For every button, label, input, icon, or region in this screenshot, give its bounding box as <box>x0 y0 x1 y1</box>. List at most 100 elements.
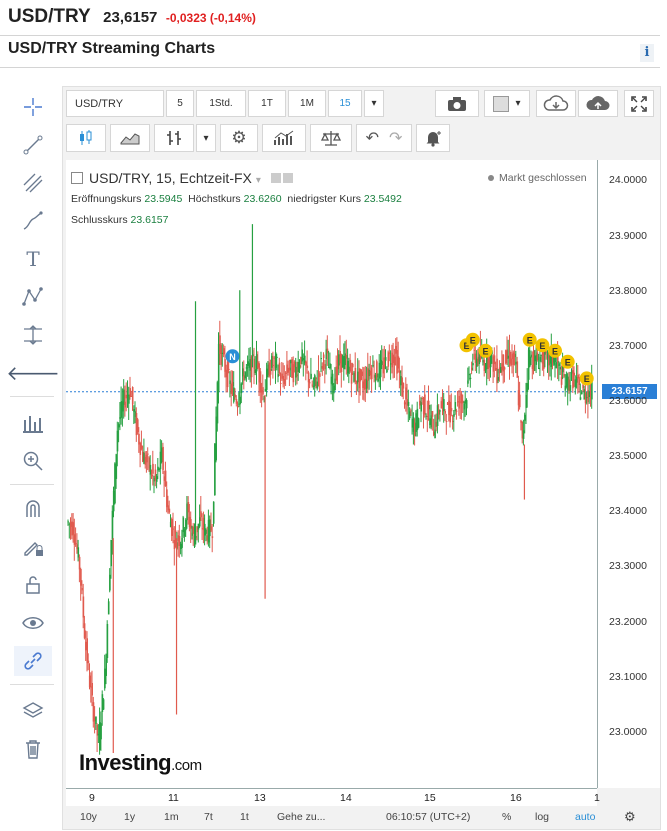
candle-body <box>407 401 410 406</box>
clock-time: 06:10:57 (UTC+2) <box>386 811 471 823</box>
candle-body <box>190 519 192 529</box>
investing-logo: Investing.com <box>79 750 202 776</box>
candle-body <box>272 364 274 366</box>
candle-body <box>240 383 243 394</box>
y-tick-label: 24.0000 <box>609 174 647 186</box>
event-label: E <box>584 374 590 384</box>
candle-body <box>87 660 90 663</box>
candle-body <box>439 410 441 412</box>
candle-body <box>293 361 296 368</box>
range-1m[interactable]: 1m <box>164 806 179 828</box>
candle-body <box>424 394 426 415</box>
candle-body <box>309 382 311 384</box>
candle-body <box>569 385 572 391</box>
y-tick-label: 23.0000 <box>609 726 647 738</box>
candle-body <box>403 402 406 405</box>
collapse-legend-icon[interactable] <box>71 172 83 185</box>
range-1y[interactable]: 1y <box>124 806 135 828</box>
event-label: E <box>539 341 545 351</box>
candlestick-chart[interactable]: NEEEEEEEE <box>0 0 667 831</box>
candle-body <box>526 383 529 392</box>
candle-body <box>573 372 575 376</box>
candle-body <box>102 699 105 710</box>
y-tick-label: 23.3000 <box>609 560 647 572</box>
candle-body <box>116 430 119 452</box>
close-row: Schlusskurs 23.6157 <box>71 214 169 226</box>
candle-body <box>226 361 229 388</box>
goto-date-button[interactable]: Gehe zu... <box>277 806 325 828</box>
candle-body <box>319 373 321 377</box>
candle-body <box>77 547 80 558</box>
candle-body <box>381 361 383 365</box>
ohlc-row: Eröffnungskurs 23.5945 Höchstkurs 23.626… <box>71 193 402 205</box>
candle-body <box>183 529 186 537</box>
event-label: E <box>565 357 571 367</box>
candle-body <box>149 464 152 475</box>
candle-body <box>129 388 131 397</box>
candle-body <box>558 363 560 367</box>
log-toggle[interactable]: log <box>535 806 549 828</box>
candle-body <box>95 716 97 724</box>
candle-body <box>538 367 540 369</box>
candle-body <box>162 446 164 470</box>
range-10y[interactable]: 10y <box>80 806 97 828</box>
candle-body <box>465 400 468 409</box>
y-tick-label: 23.5000 <box>609 450 647 462</box>
open-label: Eröffnungskurs <box>71 193 142 205</box>
range-7t[interactable]: 7t <box>204 806 213 828</box>
candle-body <box>276 356 278 358</box>
settings-small-icon[interactable] <box>282 173 293 183</box>
candle-body <box>393 356 396 366</box>
legend-dropdown-icon[interactable]: ▾ <box>256 175 261 186</box>
candle-body <box>536 352 539 360</box>
candle-body <box>164 470 167 486</box>
candle-body <box>377 378 379 382</box>
candle-body <box>417 418 420 428</box>
candle-body <box>516 361 519 378</box>
candle-body <box>444 410 446 414</box>
settings-gear-icon[interactable]: ⚙ <box>624 806 636 828</box>
x-tick-label: 13 <box>254 792 266 804</box>
candle-body <box>331 373 334 386</box>
candle-body <box>145 454 148 463</box>
eye-toggle-icon[interactable] <box>270 173 281 183</box>
candle-body <box>529 356 531 367</box>
candle-body <box>436 405 439 426</box>
event-label: E <box>527 335 533 345</box>
percent-toggle[interactable]: % <box>502 806 511 828</box>
candle-body <box>345 355 348 359</box>
candle-body <box>305 361 307 366</box>
candle-body <box>360 371 363 376</box>
candle-body <box>106 624 109 658</box>
event-label: E <box>482 346 488 356</box>
range-1t[interactable]: 1t <box>240 806 249 828</box>
candle-body <box>349 359 352 372</box>
candle-body <box>467 380 469 384</box>
candle-body <box>352 363 354 368</box>
y-tick-label: 23.2000 <box>609 616 647 628</box>
candle-body <box>454 402 457 412</box>
candle-body <box>402 382 405 389</box>
candle-body <box>259 371 262 393</box>
candle-body <box>469 377 472 379</box>
candle-body <box>322 354 325 359</box>
x-tick-label: 9 <box>89 792 95 804</box>
candle-body <box>277 374 279 377</box>
candle-body <box>288 367 291 371</box>
candle-body <box>107 601 110 615</box>
candle-body <box>431 411 434 417</box>
candle-body <box>285 372 287 374</box>
x-tick-label: 14 <box>340 792 352 804</box>
x-tick-label: 15 <box>424 792 436 804</box>
candle-body <box>78 556 81 570</box>
candle-body <box>234 394 236 398</box>
auto-toggle[interactable]: auto <box>575 806 595 828</box>
candle-body <box>200 511 202 518</box>
candle-body <box>468 374 470 376</box>
candle-body <box>278 362 281 374</box>
x-tick-label: 11 <box>168 792 179 804</box>
candle-body <box>449 401 451 423</box>
candle-body <box>453 414 455 417</box>
candle-body <box>519 394 521 408</box>
candle-body <box>211 536 214 538</box>
